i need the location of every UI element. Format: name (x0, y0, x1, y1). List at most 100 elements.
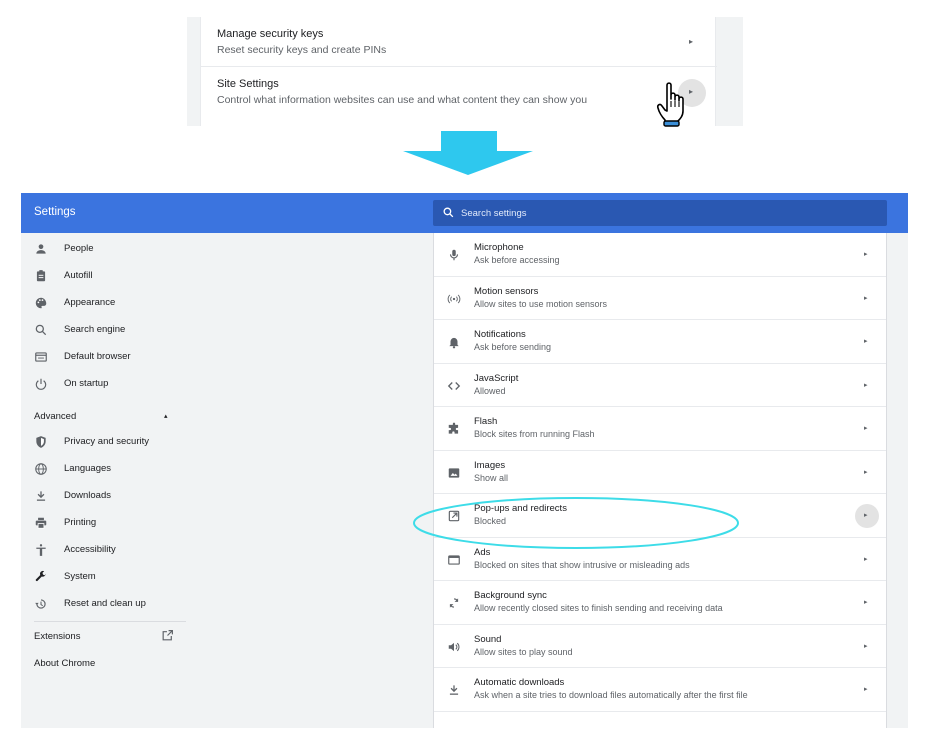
permission-row-background-sync[interactable]: Background sync Allow recently closed si… (434, 581, 886, 625)
row-title: Manage security keys (217, 28, 324, 40)
row-subtitle: Reset security keys and create PINs (217, 44, 387, 56)
sidebar-item-label: Default browser (64, 351, 131, 362)
toolbar: Settings (21, 193, 908, 233)
permission-title: JavaScript (474, 372, 519, 384)
puzzle-icon (448, 422, 459, 434)
permission-row-automatic-downloads[interactable]: Automatic downloads Ask when a site trie… (434, 668, 886, 712)
chevron-right-icon: ▸ (864, 599, 868, 606)
download-icon (449, 685, 459, 695)
manage-security-keys-row[interactable]: Manage security keys Reset security keys… (201, 17, 717, 67)
sidebar-item-downloads[interactable]: Downloads (21, 484, 201, 510)
caret-up-icon: ▴ (164, 413, 168, 420)
sidebar-item-appearance[interactable]: Appearance (21, 291, 201, 317)
sidebar-item-label: Appearance (64, 297, 116, 308)
permission-title: Automatic downloads (474, 677, 565, 688)
chevron-right-icon: ▸ (864, 251, 868, 258)
advanced-toggle[interactable]: Advanced ▴ (21, 408, 186, 428)
chevron-right-icon: ▸ (864, 555, 868, 563)
sidebar-item-languages[interactable]: Languages (21, 457, 201, 483)
sidebar-item-extensions[interactable]: Extensions (21, 625, 186, 649)
sidebar-item-label: Downloads (64, 490, 111, 501)
search-input[interactable] (461, 200, 881, 226)
sidebar-item-label: Printing (64, 517, 97, 528)
permission-subtitle: Allow recently closed sites to finish se… (474, 603, 723, 613)
power-icon (35, 378, 47, 390)
permission-title: Background sync (474, 590, 547, 601)
permission-row-flash[interactable]: Flash Block sites from running Flash ▸ (434, 407, 886, 451)
sidebar-item-system[interactable]: System (21, 565, 201, 591)
search-icon (35, 324, 47, 336)
chevron-right-icon: ▸ (864, 425, 868, 432)
permission-subtitle: Allow sites to use motion sensors (474, 298, 608, 309)
sidebar-item-label: Search engine (64, 324, 126, 335)
chevron-right-icon: ▸ (689, 37, 694, 46)
permission-subtitle: Blocked on sites that show intrusive or … (474, 559, 690, 570)
permission-subtitle: Show all (474, 472, 509, 483)
pop-ups-arrow-button[interactable]: ▸ (855, 504, 879, 528)
permission-title: Motion sensors (474, 285, 539, 297)
globe-icon (35, 463, 47, 475)
sidebar-item-accessibility[interactable]: Accessibility (21, 538, 201, 564)
image-icon (448, 467, 460, 478)
sidebar-item-privacy-and-security[interactable]: Privacy and security (21, 430, 201, 456)
chevron-right-icon: ▸ (864, 642, 868, 650)
permission-subtitle: Ask when a site tries to download files … (474, 690, 748, 700)
download-icon (36, 491, 46, 501)
chevron-right-icon: ▸ (864, 381, 868, 389)
chevron-right-icon: ▸ (864, 468, 868, 476)
open-in-new-icon (162, 630, 173, 641)
palette-icon (35, 297, 47, 309)
sidebar-item-label: People (64, 243, 94, 254)
permission-title: Notifications (474, 329, 526, 340)
sidebar-item-label: About Chrome (34, 658, 96, 669)
permission-row-microphone[interactable]: Microphone Ask before accessing ▸ (434, 233, 886, 277)
clipboard-icon (36, 270, 46, 282)
sidebar-item-label: Extensions (34, 631, 81, 642)
permission-title: Images (474, 459, 506, 471)
restore-icon (35, 599, 46, 609)
permission-row-images[interactable]: Images Show all ▸ (434, 451, 886, 494)
sidebar-item-label: On startup (64, 378, 109, 389)
chevron-right-icon: ▸ (864, 294, 868, 302)
sidebar-item-about-chrome[interactable]: About Chrome (21, 653, 186, 677)
arrow-down-icon (403, 131, 533, 175)
sync-icon (449, 598, 459, 608)
permission-row-notifications[interactable]: Notifications Ask before sending ▸ (434, 320, 886, 364)
sidebar-item-search-engine[interactable]: Search engine (21, 318, 201, 344)
search-icon (443, 207, 454, 218)
sidebar-item-reset-and-clean-up[interactable]: Reset and clean up (21, 592, 201, 618)
speaker-icon (448, 642, 460, 651)
code-icon (447, 381, 461, 390)
highlight-ellipse (413, 497, 739, 549)
wrench-icon (35, 570, 46, 582)
site-settings-content: Microphone Ask before accessing ▸ Motion… (433, 233, 887, 728)
printer-icon (35, 517, 47, 529)
sidebar-item-default-browser[interactable]: Default browser (21, 345, 201, 371)
permission-row-sound[interactable]: Sound Allow sites to play sound ▸ (434, 625, 886, 668)
advanced-label: Advanced (34, 411, 77, 422)
chevron-right-icon: ▸ (864, 338, 868, 345)
sidebar-item-people[interactable]: People (21, 237, 201, 263)
shield-icon (36, 436, 46, 448)
permission-title: Microphone (474, 242, 524, 253)
sidebar: People Autofill Appearance Search engine… (21, 233, 201, 728)
app-title: Settings (34, 206, 76, 218)
microphone-icon (449, 249, 459, 261)
permission-title: Sound (474, 633, 502, 645)
sidebar-item-autofill[interactable]: Autofill (21, 264, 201, 290)
sidebar-item-label: Autofill (64, 270, 93, 281)
permission-subtitle: Allow sites to play sound (474, 646, 573, 657)
sidebar-item-label: System (64, 571, 96, 582)
permission-row-motion-sensors[interactable]: Motion sensors Allow sites to use motion… (434, 277, 886, 320)
sidebar-item-label: Privacy and security (64, 436, 150, 447)
sidebar-item-label: Languages (64, 463, 112, 474)
row-subtitle: Control what information websites can us… (217, 94, 588, 106)
sidebar-item-on-startup[interactable]: On startup (21, 372, 201, 398)
permission-row-javascript[interactable]: JavaScript Allowed ▸ (434, 364, 886, 407)
accessibility-icon (36, 544, 46, 556)
site-settings-row[interactable]: Site Settings Control what information w… (201, 67, 717, 126)
chevron-right-icon: ▸ (864, 512, 868, 519)
search-box[interactable] (433, 200, 887, 226)
sidebar-item-printing[interactable]: Printing (21, 511, 201, 537)
permission-subtitle: Ask before sending (474, 342, 552, 352)
